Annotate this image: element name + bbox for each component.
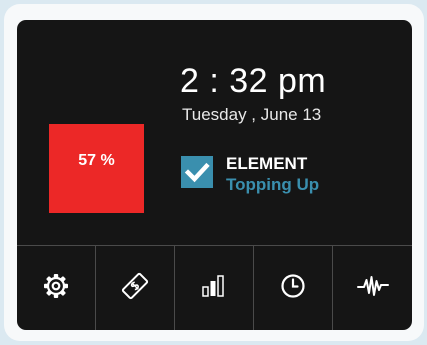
waveform-icon [356,273,389,304]
checkmark-icon[interactable] [181,156,213,188]
device-status: Topping Up [226,175,320,194]
battery-level-tile[interactable]: 57 % [49,124,144,213]
bottom-toolbar [17,245,412,330]
activity-button[interactable] [333,246,412,330]
payment-icon [121,272,149,305]
settings-button[interactable] [17,246,96,330]
clock-icon [280,273,306,304]
bar-chart-icon [200,272,228,305]
payment-button[interactable] [96,246,175,330]
gear-icon [43,273,69,304]
device-name: ELEMENT [226,154,308,173]
clock-date: Tuesday , June 13 [182,105,322,124]
clock-time: 2 : 32 pm [180,62,327,100]
statistics-button[interactable] [175,246,254,330]
battery-percentage: 57 % [78,152,115,169]
schedule-button[interactable] [254,246,333,330]
display-screen: 57 % 2 : 32 pm Tuesday , June 13 ELEMENT… [17,20,412,330]
